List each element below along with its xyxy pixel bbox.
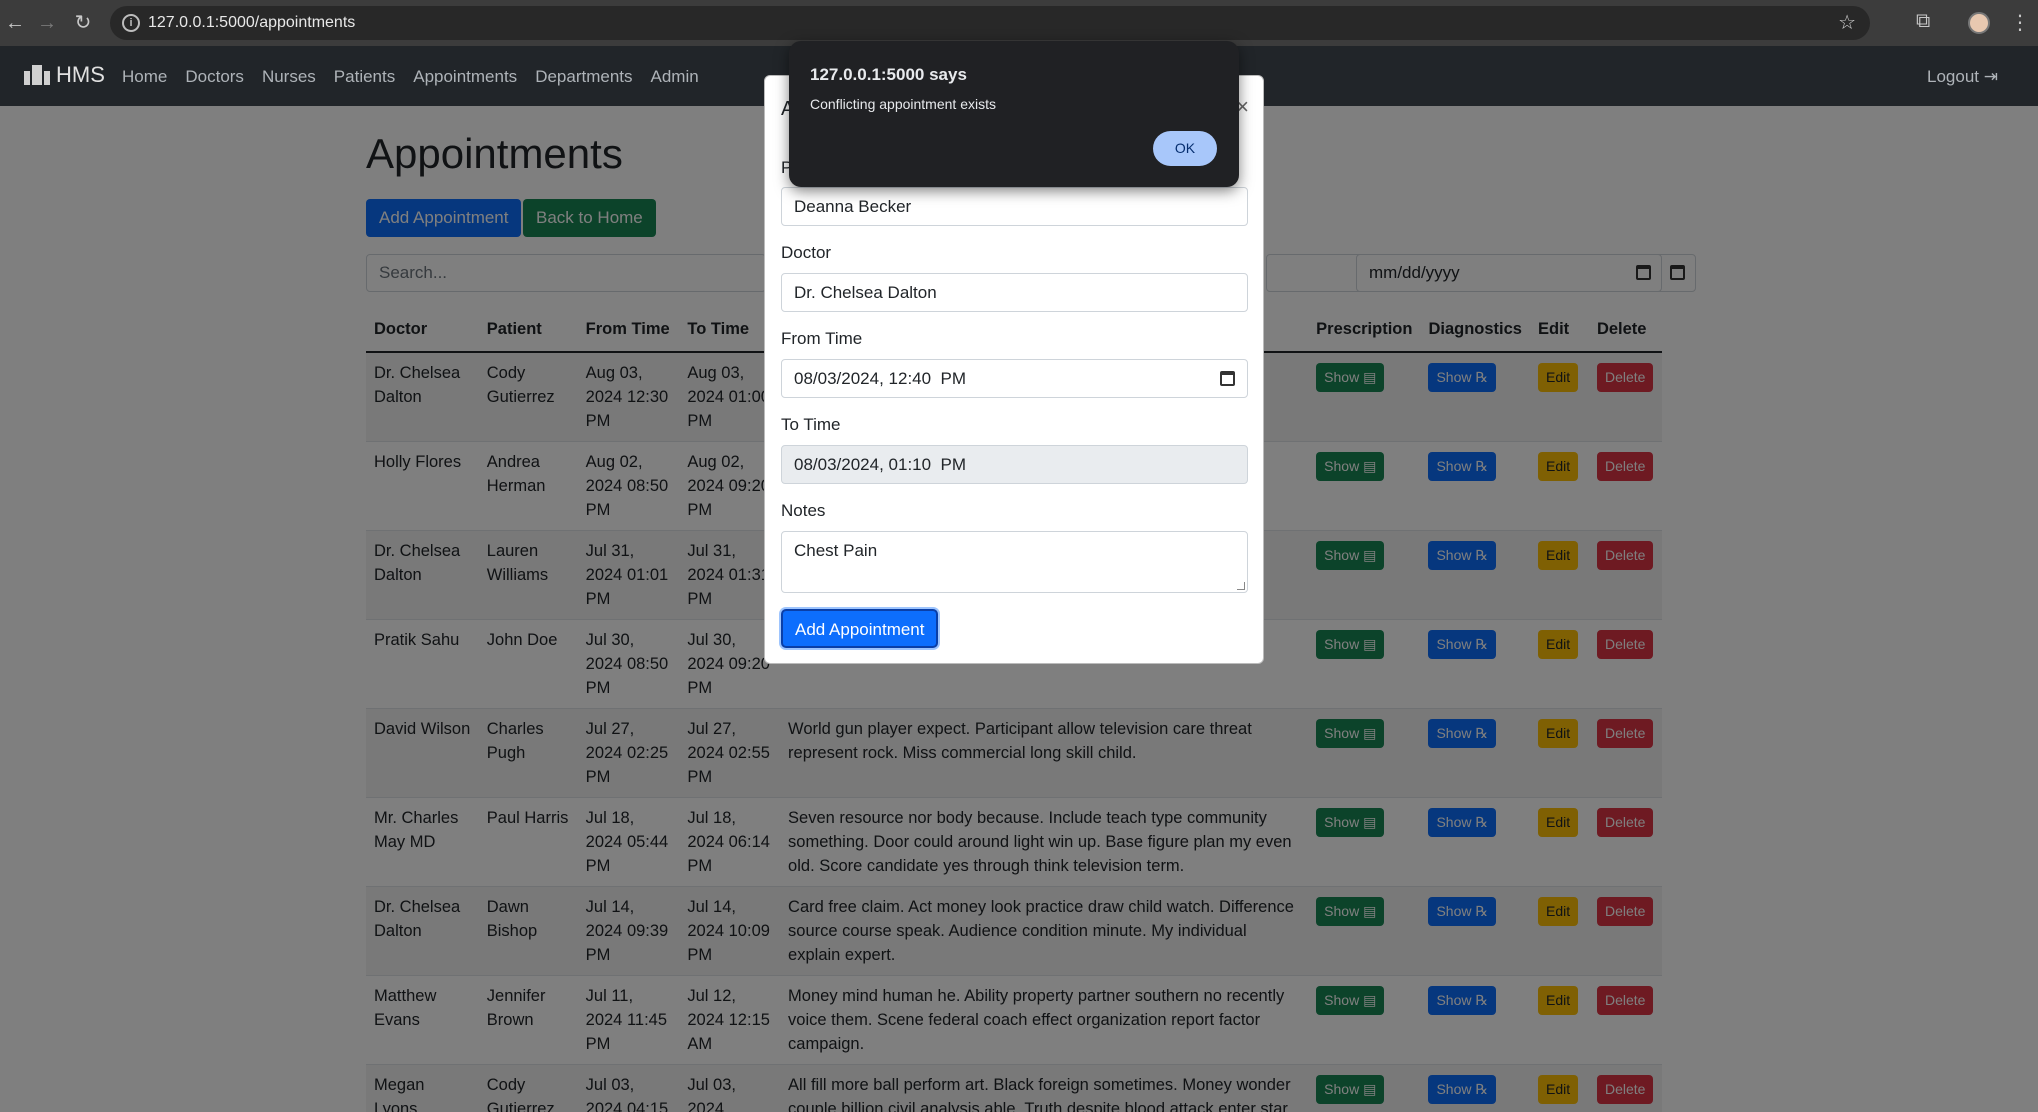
browser-menu-icon[interactable]: ⋮ (2010, 10, 2030, 35)
notes-textarea[interactable]: Chest Pain (781, 531, 1248, 593)
nav-home[interactable]: Home (122, 67, 167, 87)
url-text: 127.0.0.1:5000/appointments (148, 14, 356, 31)
brand-label: HMS (56, 62, 105, 87)
doctor-label: Doctor (781, 243, 832, 262)
submit-appointment-button[interactable]: Add Appointment (781, 609, 939, 648)
resize-handle-icon[interactable] (1237, 582, 1245, 590)
notes-label: Notes (781, 501, 826, 520)
alert-ok-button[interactable]: OK (1153, 131, 1217, 166)
alert-title: 127.0.0.1:5000 says (810, 65, 967, 84)
reload-icon[interactable]: ↻ (70, 10, 96, 36)
nav-departments[interactable]: Departments (535, 67, 632, 87)
logout-icon: ⇥ (1983, 67, 1998, 86)
logout-link[interactable]: Logout ⇥ (1927, 67, 1998, 87)
profile-avatar[interactable] (1968, 12, 1990, 34)
calendar-icon[interactable] (1220, 371, 1235, 386)
logout-label: Logout (1927, 67, 1980, 86)
site-info-icon[interactable]: i (122, 14, 140, 32)
browser-chrome: ← → ↻ i 127.0.0.1:5000/appointments ☆ ⧉ … (0, 0, 2038, 46)
nav-links: Home Doctors Nurses Patients Appointment… (122, 67, 699, 87)
to-time-label: To Time (781, 415, 841, 434)
browser-alert-dialog: 127.0.0.1:5000 says Conflicting appointm… (789, 41, 1239, 187)
back-arrow-icon[interactable]: ← (2, 10, 28, 36)
doctor-select[interactable]: Dr. Chelsea Dalton (781, 273, 1248, 312)
to-time-input: 08/03/2024, 01:10 PM (781, 445, 1248, 484)
nav-admin[interactable]: Admin (651, 67, 699, 87)
nav-nurses[interactable]: Nurses (262, 67, 316, 87)
bookmark-star-icon[interactable]: ☆ (1838, 10, 1856, 35)
address-bar[interactable]: i 127.0.0.1:5000/appointments ☆ (110, 6, 1870, 40)
forward-arrow-icon[interactable]: → (34, 10, 60, 36)
brand[interactable]: HMS (24, 62, 105, 88)
from-time-value: 08/03/2024, 12:40 PM (794, 369, 967, 388)
from-time-input[interactable]: 08/03/2024, 12:40 PM (781, 359, 1248, 398)
nav-appointments[interactable]: Appointments (413, 67, 517, 87)
nav-doctors[interactable]: Doctors (185, 67, 244, 87)
hospital-icon (24, 65, 50, 85)
patient-select[interactable]: Deanna Becker (781, 187, 1248, 226)
alert-message: Conflicting appointment exists (810, 96, 996, 112)
from-time-label: From Time (781, 329, 863, 348)
extensions-icon[interactable]: ⧉ (1916, 10, 1930, 33)
notes-value: Chest Pain (794, 541, 878, 560)
nav-patients[interactable]: Patients (334, 67, 395, 87)
